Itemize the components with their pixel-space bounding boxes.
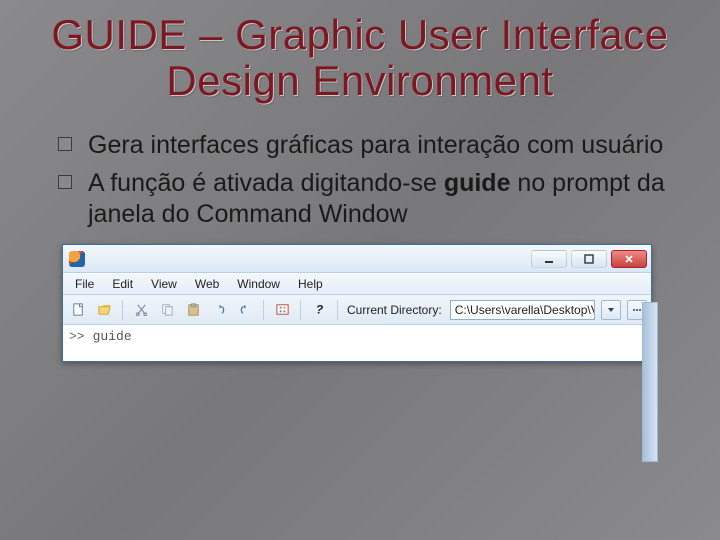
copy-button[interactable] <box>156 299 178 321</box>
maximize-button[interactable] <box>571 250 607 268</box>
menu-file[interactable]: File <box>67 275 102 293</box>
command-prompt: >> <box>69 329 85 344</box>
paste-icon <box>186 302 201 317</box>
paste-button[interactable] <box>182 299 204 321</box>
bullet-text-pre: A função é ativada digitando-se <box>88 169 444 197</box>
undo-icon <box>212 302 227 317</box>
simulink-icon <box>275 302 290 317</box>
separator <box>337 300 338 320</box>
adjacent-window-edge <box>642 302 658 462</box>
menu-window[interactable]: Window <box>229 275 288 293</box>
menu-web[interactable]: Web <box>187 275 227 293</box>
menu-edit[interactable]: Edit <box>104 275 141 293</box>
close-button[interactable] <box>611 250 647 268</box>
toolbar: ? Current Directory: C:\Users\varella\De… <box>63 295 651 325</box>
current-directory-label: Current Directory: <box>347 303 442 317</box>
cut-icon <box>134 302 149 317</box>
menubar: File Edit View Web Window Help <box>63 273 651 295</box>
undo-button[interactable] <box>208 299 230 321</box>
command-text: guide <box>93 329 132 344</box>
new-file-icon <box>71 302 86 317</box>
ellipsis-icon <box>632 305 642 315</box>
minimize-icon <box>544 254 554 264</box>
copy-icon <box>160 302 175 317</box>
open-file-button[interactable] <box>93 299 115 321</box>
page-title: GUIDE – Graphic User Interface Design En… <box>30 12 690 104</box>
minimize-button[interactable] <box>531 250 567 268</box>
bullet-list: Gera interfaces gráficas para interação … <box>30 130 690 230</box>
close-icon <box>624 254 634 264</box>
keyword-guide: guide <box>444 169 511 197</box>
bullet-text: Gera interfaces gráficas para interação … <box>88 130 663 161</box>
redo-button[interactable] <box>234 299 256 321</box>
open-folder-icon <box>97 302 112 317</box>
current-directory-field[interactable]: C:\Users\varella\Desktop\V SE <box>450 300 595 320</box>
command-window[interactable]: >> guide <box>63 325 651 361</box>
separator <box>300 300 301 320</box>
list-item: Gera interfaces gráficas para interação … <box>58 130 672 161</box>
bullet-marker <box>58 175 72 189</box>
titlebar[interactable] <box>63 245 651 273</box>
maximize-icon <box>584 254 594 264</box>
bullet-marker <box>58 137 72 151</box>
separator <box>263 300 264 320</box>
redo-icon <box>238 302 253 317</box>
separator <box>122 300 123 320</box>
matlab-window: File Edit View Web Window Help <box>62 244 652 362</box>
list-item: A função é ativada digitando-se guide no… <box>58 168 672 231</box>
svg-text:?: ? <box>315 302 323 316</box>
bullet-text: A função é ativada digitando-se guide no… <box>88 168 672 231</box>
menu-view[interactable]: View <box>143 275 185 293</box>
menu-help[interactable]: Help <box>290 275 331 293</box>
simulink-button[interactable] <box>271 299 293 321</box>
chevron-down-icon <box>606 305 616 315</box>
help-button[interactable]: ? <box>308 299 330 321</box>
directory-dropdown-button[interactable] <box>601 300 621 320</box>
help-icon: ? <box>312 302 327 317</box>
new-file-button[interactable] <box>67 299 89 321</box>
matlab-icon <box>69 251 85 267</box>
cut-button[interactable] <box>130 299 152 321</box>
